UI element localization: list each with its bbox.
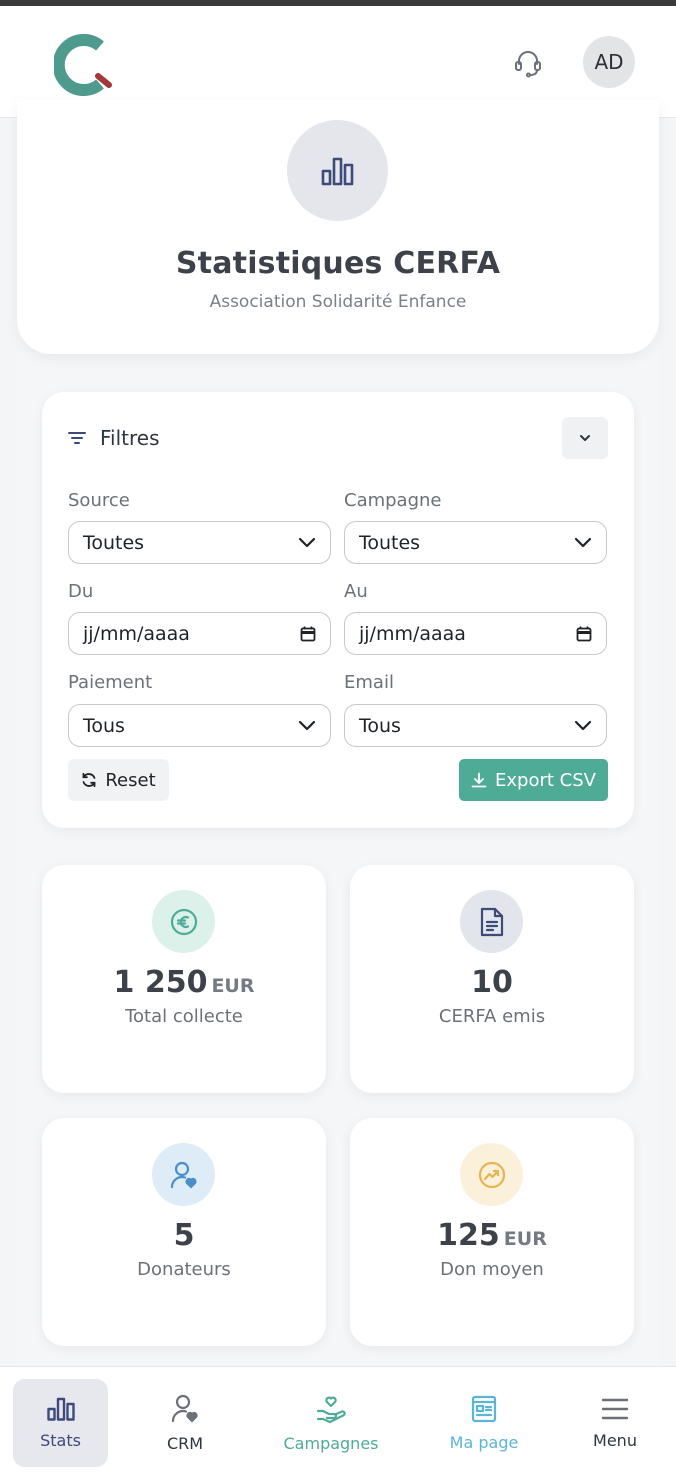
hero-card: Statistiques CERFA Association Solidarit… [17, 100, 659, 354]
campagne-label: Campagne [344, 490, 442, 511]
chevron-down-icon [298, 537, 316, 548]
user-avatar[interactable]: AD [583, 36, 635, 88]
source-select[interactable]: Toutes [68, 521, 331, 564]
filter-icon [68, 432, 86, 444]
c-logo-icon[interactable] [52, 34, 112, 96]
stat-value-donateurs: 5 [173, 1218, 195, 1253]
nav-label-mapage: Ma page [449, 1432, 519, 1452]
euro-icon [152, 890, 215, 953]
stat-value-total: 1 250 EUR [113, 965, 255, 1000]
campagne-select-value: Toutes [359, 531, 421, 554]
chevron-down-icon [298, 720, 316, 731]
nav-item-mapage[interactable]: Ma page [440, 1379, 528, 1467]
stat-card-cerfa: 10 CERFA emis [350, 865, 634, 1093]
nav-item-stats[interactable]: Stats [13, 1379, 108, 1467]
stat-card-moyen: 125 EUR Don moyen [350, 1118, 634, 1346]
chevron-down-icon [580, 435, 590, 441]
nav-item-campagnes[interactable]: Campagnes [275, 1379, 387, 1467]
nav-label-crm: CRM [166, 1433, 204, 1453]
page-layout-icon [471, 1395, 497, 1422]
stat-unit: EUR [503, 1228, 547, 1250]
nav-label-menu: Menu [593, 1430, 637, 1450]
stat-label-total: Total collecte [125, 1006, 243, 1027]
collapse-filters-button[interactable] [562, 417, 608, 459]
calendar-icon[interactable] [300, 626, 316, 642]
date-to-input[interactable]: jj/mm/aaaa [344, 612, 607, 655]
email-select[interactable]: Tous [344, 704, 607, 747]
source-label: Source [68, 490, 130, 511]
calendar-icon[interactable] [576, 626, 592, 642]
reset-button[interactable]: Reset [68, 759, 169, 801]
filters-title: Filtres [100, 426, 160, 450]
bottom-navigation: Stats CRM Campagnes Ma page Menu [0, 1366, 676, 1478]
trend-up-icon [460, 1143, 523, 1206]
headset-icon[interactable] [508, 44, 548, 84]
date-from-input[interactable]: jj/mm/aaaa [68, 612, 331, 655]
export-label: Export CSV [495, 769, 596, 791]
page-title: Statistiques CERFA [175, 246, 501, 281]
stat-card-total: 1 250 EUR Total collecte [42, 865, 326, 1093]
chevron-down-icon [574, 537, 592, 548]
nav-label-campagnes: Campagnes [283, 1433, 379, 1453]
nav-item-crm[interactable]: CRM [140, 1379, 230, 1467]
download-icon [471, 772, 487, 788]
hamburger-menu-icon [601, 1398, 629, 1419]
campagne-select[interactable]: Toutes [344, 521, 607, 564]
stat-unit: EUR [211, 975, 255, 997]
nav-item-menu[interactable]: Menu [575, 1379, 655, 1467]
hand-heart-icon [316, 1396, 346, 1423]
page-subtitle: Association Solidarité Enfance [209, 292, 467, 312]
stat-value-moyen: 125 EUR [437, 1218, 547, 1253]
stat-value-cerfa: 10 [471, 965, 513, 1000]
user-heart-icon [171, 1394, 198, 1423]
date-to-placeholder: jj/mm/aaaa [359, 622, 466, 645]
chevron-down-icon [574, 720, 592, 731]
stat-card-donateurs: 5 Donateurs [42, 1118, 326, 1346]
document-icon [460, 890, 523, 953]
nav-label-stats: Stats [40, 1430, 81, 1450]
refresh-icon [82, 772, 96, 788]
user-heart-icon [152, 1143, 215, 1206]
email-label: Email [344, 672, 394, 693]
reset-label: Reset [105, 769, 156, 791]
source-select-value: Toutes [83, 531, 145, 554]
paiement-label: Paiement [68, 672, 153, 693]
email-select-value: Tous [359, 714, 401, 737]
bar-chart-icon [46, 1397, 75, 1421]
stat-label-moyen: Don moyen [440, 1259, 544, 1280]
filters-header: Filtres [68, 426, 160, 450]
au-label: Au [344, 581, 368, 602]
paiement-select-value: Tous [83, 714, 125, 737]
stat-label-donateurs: Donateurs [137, 1259, 231, 1280]
filters-card: Filtres Source Toutes Campagne Toutes Du… [42, 392, 634, 828]
bar-chart-icon [287, 120, 388, 221]
date-from-placeholder: jj/mm/aaaa [83, 622, 190, 645]
stat-label-cerfa: CERFA emis [438, 1006, 546, 1027]
export-csv-button[interactable]: Export CSV [459, 759, 608, 801]
du-label: Du [68, 581, 94, 602]
paiement-select[interactable]: Tous [68, 704, 331, 747]
